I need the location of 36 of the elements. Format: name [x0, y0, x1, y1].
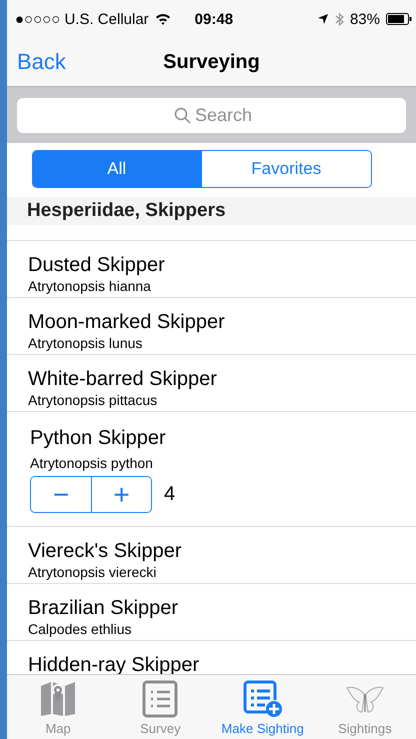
species-name[interactable]: Moon-marked Skipper: [28, 310, 225, 334]
count-text: 4: [164, 483, 176, 506]
back-button[interactable]: Back: [7, 49, 76, 75]
bluetooth-icon: [334, 12, 344, 26]
screen-title: Surveying: [163, 50, 260, 74]
latin-name: Atrytonopsis hianna: [28, 277, 151, 295]
section-header: Hesperiidae, Skippers: [7, 197, 416, 225]
location-icon: [316, 13, 329, 25]
increment-button[interactable]: +: [91, 477, 151, 512]
battery-text: 83%: [350, 10, 380, 28]
species-name[interactable]: Hidden-ray Skipper: [28, 653, 200, 677]
latin-name: Atrytonopsis vierecki: [28, 563, 156, 581]
wifi-icon: [154, 13, 171, 25]
tab-item[interactable]: Survey: [109, 675, 212, 739]
species-name[interactable]: Python Skipper: [30, 426, 166, 450]
species-name[interactable]: Viereck's Skipper: [28, 539, 182, 563]
search-field[interactable]: Search: [17, 98, 406, 132]
latin-name: Atrytonopsis pittacus: [28, 391, 158, 409]
map-icon: [39, 680, 78, 718]
tab-item[interactable]: Make Sighting: [212, 675, 314, 739]
battery-icon: [386, 13, 412, 25]
latin-name: Atrytonopsis lunus: [28, 334, 142, 352]
species-name[interactable]: Dusted Skipper: [28, 253, 165, 277]
list-icon: [142, 680, 178, 718]
species-name[interactable]: White-barred Skipper: [28, 367, 217, 391]
carrier-text: ●○○○○ U.S. Cellular: [15, 10, 149, 28]
latin-name: Calpodes ethlius: [28, 620, 132, 638]
latin-name: Atrytonopsis python: [30, 454, 153, 472]
clock-text: 09:48: [194, 10, 234, 28]
list-add-icon: [242, 680, 283, 718]
tab-item[interactable]: Map: [7, 675, 110, 739]
segment-tab[interactable]: Favorites: [201, 151, 370, 187]
search-icon: [174, 106, 192, 124]
segment-tab[interactable]: All: [32, 151, 201, 187]
species-name[interactable]: Brazilian Skipper: [28, 596, 178, 620]
tab-item[interactable]: Sightings: [314, 675, 416, 739]
